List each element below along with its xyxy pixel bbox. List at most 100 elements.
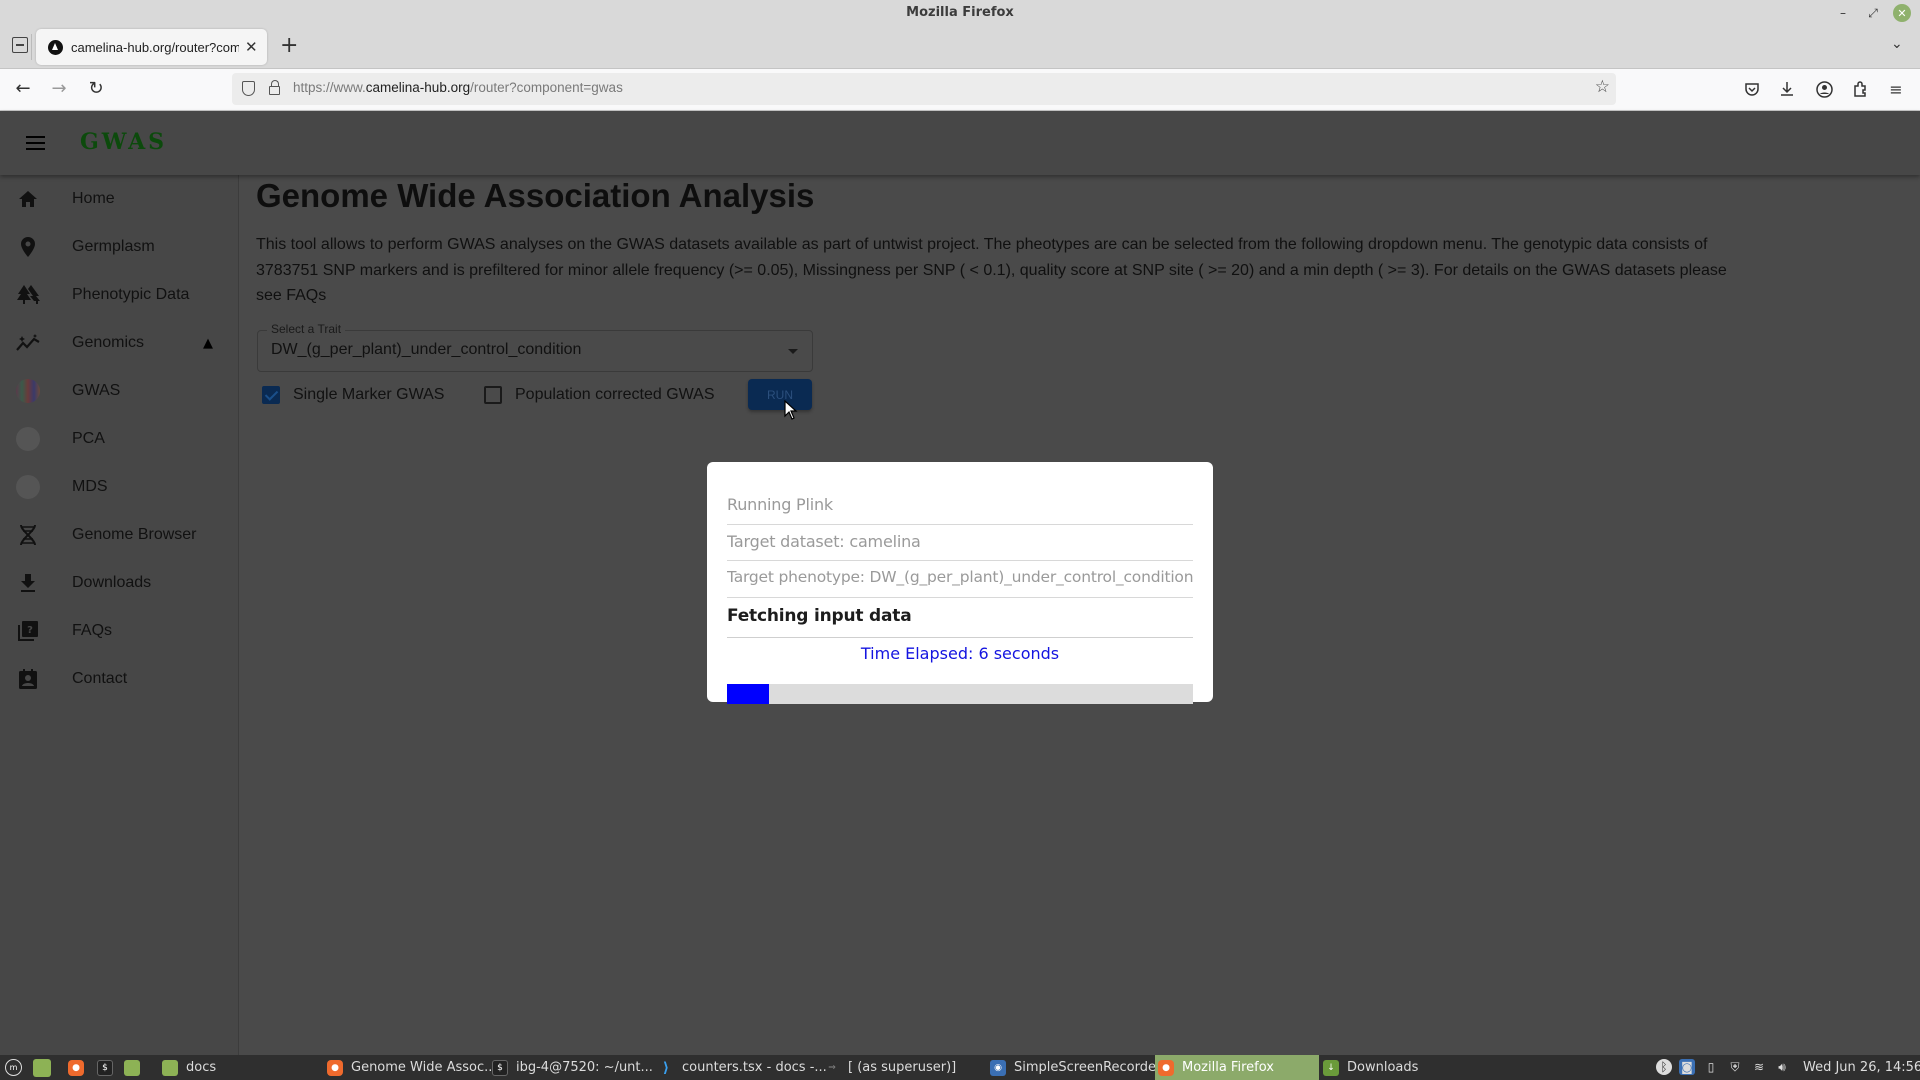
list-all-tabs-chevron-icon[interactable]: ⌄: [1891, 36, 1903, 52]
bluetooth-icon[interactable]: ᛒ: [1656, 1059, 1672, 1075]
tracking-protection-shield-icon[interactable]: [242, 81, 255, 96]
launcher-terminal[interactable]: $: [97, 1055, 121, 1080]
launcher-firefox[interactable]: ●: [68, 1055, 92, 1080]
show-desktop-button[interactable]: [33, 1055, 59, 1080]
sidebar-item-gwas[interactable]: GWAS: [0, 367, 238, 415]
sidebar-item-label: Germplasm: [72, 238, 155, 255]
firefox-icon: ●: [1158, 1059, 1174, 1076]
pocket-icon[interactable]: [1741, 78, 1763, 100]
pca-thumbnail-icon: [16, 427, 40, 451]
wifi-icon[interactable]: ≋: [1751, 1059, 1767, 1075]
single-marker-gwas-checkbox[interactable]: Single Marker GWAS: [262, 386, 444, 404]
terminal-icon: $: [492, 1059, 508, 1076]
tab-title: camelina-hub.org/router?component=gwas: [71, 39, 239, 55]
extensions-puzzle-icon[interactable]: [1849, 78, 1871, 100]
taskbar-window-downloads[interactable]: ↓ Downloads: [1323, 1055, 1483, 1080]
sidebar-item-label: MDS: [72, 478, 108, 495]
url-text[interactable]: https://www.camelina-hub.org/router?comp…: [293, 80, 623, 95]
firefox-view-icon[interactable]: [12, 37, 28, 53]
mds-thumbnail-icon: [16, 475, 40, 499]
step-row: Target phenotype: DW_(g_per_plant)_under…: [727, 561, 1193, 598]
taskbar-window-label: [ (as superuser)]: [848, 1060, 957, 1075]
tab-separator: [31, 34, 32, 60]
svg-text:?: ?: [27, 625, 33, 636]
run-button[interactable]: RUN: [748, 379, 812, 410]
taskbar-window-label: ibg-4@7520: ~/unt...: [516, 1060, 653, 1075]
trees-icon: [16, 283, 40, 307]
forward-button[interactable]: →: [47, 78, 71, 100]
sidebar-item-label: Contact: [72, 670, 128, 687]
volume-icon[interactable]: 🔊︎: [1774, 1059, 1790, 1075]
launcher-files[interactable]: [124, 1055, 148, 1080]
sidebar-item-pca[interactable]: PCA: [0, 415, 238, 463]
taskbar-window-superuser[interactable]: ⇒ [ (as superuser)]: [824, 1055, 984, 1080]
sidebar-item-home[interactable]: Home: [0, 175, 238, 223]
sidebar-item-label: PCA: [72, 430, 105, 447]
browser-tab-active[interactable]: camelina-hub.org/router?component=gwas ✕: [36, 29, 267, 65]
start-menu-button[interactable]: m: [5, 1055, 30, 1080]
sidebar-item-downloads[interactable]: Downloads: [0, 559, 238, 607]
account-icon[interactable]: [1813, 78, 1835, 100]
window-titlebar: Mozilla Firefox – ⤢ ✕: [0, 0, 1920, 26]
chevron-up-icon[interactable]: ▲: [203, 336, 213, 351]
app-header: GWAS: [0, 111, 1920, 175]
checkbox-unchecked-icon[interactable]: [484, 386, 502, 404]
taskbar-window-gwas[interactable]: ● Genome Wide Assoc...: [327, 1055, 497, 1080]
new-tab-button[interactable]: +: [280, 33, 298, 59]
battery-icon[interactable]: ▯: [1703, 1059, 1719, 1075]
taskbar-window-label: Genome Wide Assoc...: [351, 1060, 497, 1075]
sidebar-item-genomics[interactable]: Genomics ▲: [0, 319, 238, 367]
back-button[interactable]: ←: [11, 78, 35, 100]
checkbox-checked-icon[interactable]: [262, 386, 280, 404]
sidebar-item-genome-browser[interactable]: Genome Browser: [0, 511, 238, 559]
clock[interactable]: Wed Jun 26, 14:56: [1803, 1060, 1920, 1075]
downloads-icon[interactable]: [1776, 78, 1798, 100]
sidebar-item-label: GWAS: [72, 382, 121, 399]
app-menu-icon[interactable]: ≡: [1885, 78, 1907, 100]
population-corrected-gwas-checkbox[interactable]: Population corrected GWAS: [484, 386, 715, 404]
taskbar-window-docs[interactable]: docs: [162, 1055, 312, 1080]
progress-bar: [727, 684, 1193, 704]
minimize-button[interactable]: –: [1834, 4, 1852, 22]
taskbar-window-firefox-active[interactable]: ● Mozilla Firefox: [1155, 1055, 1319, 1080]
update-shield-icon[interactable]: ⛨: [1727, 1059, 1743, 1075]
maximize-button[interactable]: ⤢: [1864, 4, 1882, 22]
gwas-thumbnail-icon: [16, 379, 40, 403]
taskbar-window-terminal[interactable]: $ ibg-4@7520: ~/unt...: [492, 1055, 653, 1080]
sidebar-item-label: Downloads: [72, 574, 152, 591]
close-tab-icon[interactable]: ✕: [245, 38, 258, 56]
current-step-text: Fetching input data: [727, 606, 912, 626]
progress-bar-fill: [727, 684, 769, 704]
tab-bar: camelina-hub.org/router?component=gwas ✕…: [0, 26, 1920, 69]
app-logo[interactable]: GWAS: [80, 129, 167, 155]
url-bar[interactable]: https://www.camelina-hub.org/router?comp…: [232, 73, 1616, 105]
screenshot-tray-icon[interactable]: ◙: [1679, 1059, 1695, 1075]
sidebar-item-contact[interactable]: Contact: [0, 655, 238, 703]
step-row: Target dataset: camelina: [727, 525, 1193, 561]
home-icon: [16, 187, 40, 211]
taskbar-window-label: docs: [186, 1060, 217, 1075]
url-path: /router?component=gwas: [470, 80, 623, 95]
page-description: This tool allows to perform GWAS analyse…: [256, 236, 1727, 304]
reload-button[interactable]: ↻: [84, 78, 108, 100]
lock-icon[interactable]: [269, 80, 280, 95]
url-domain: camelina-hub.org: [365, 80, 471, 95]
taskbar-window-ssr[interactable]: ◉ SimpleScreenRecorder: [990, 1055, 1161, 1080]
sidebar-item-faqs[interactable]: ? FAQs: [0, 607, 238, 655]
site-favicon-icon: [48, 39, 63, 55]
sidebar-item-phenotypic-data[interactable]: Phenotypic Data: [0, 271, 238, 319]
sidebar-item-mds[interactable]: MDS: [0, 463, 238, 511]
close-window-button[interactable]: ✕: [1893, 4, 1911, 22]
hamburger-menu-icon[interactable]: [26, 136, 45, 150]
sidebar-item-label: Phenotypic Data: [72, 286, 190, 303]
navigation-toolbar: ← → ↻ https://www.camelina-hub.org/route…: [0, 69, 1920, 111]
downloads-folder-icon: ↓: [1323, 1059, 1339, 1076]
sidebar-item-germplasm[interactable]: Germplasm: [0, 223, 238, 271]
dropdown-arrow-icon[interactable]: [788, 349, 798, 354]
trait-select[interactable]: Select a Trait DW_(g_per_plant)_under_co…: [257, 322, 813, 372]
screen-recorder-icon: ◉: [990, 1059, 1006, 1076]
page-title: Genome Wide Association Analysis: [256, 177, 815, 214]
taskbar-window-vscode[interactable]: ⟩ counters.tsx - docs -...: [658, 1055, 827, 1080]
time-elapsed: Time Elapsed: 6 seconds: [860, 644, 1060, 663]
bookmark-star-icon[interactable]: ☆: [1595, 77, 1610, 97]
